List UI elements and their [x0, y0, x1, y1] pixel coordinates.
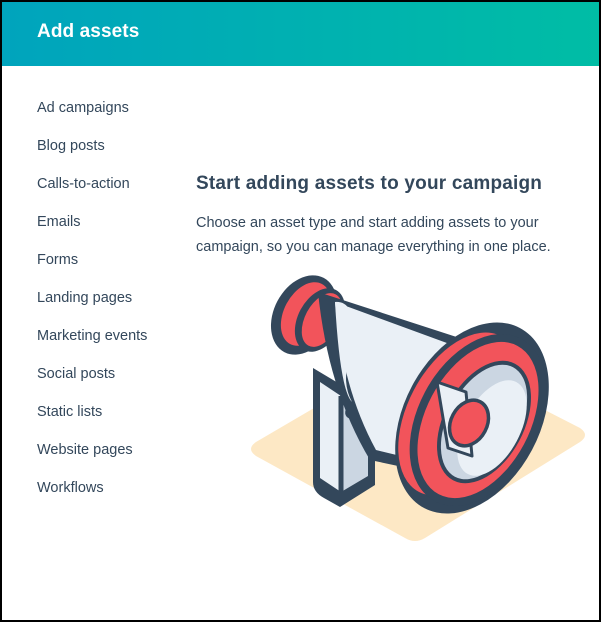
- asset-type-static-lists[interactable]: Static lists: [37, 404, 102, 420]
- asset-type-emails[interactable]: Emails: [37, 214, 81, 230]
- asset-type-landing-pages[interactable]: Landing pages: [37, 290, 132, 306]
- asset-type-calls-to-action[interactable]: Calls-to-action: [37, 176, 130, 192]
- add-assets-panel: Add assets Ad campaigns Blog posts Calls…: [2, 2, 599, 620]
- asset-type-forms[interactable]: Forms: [37, 252, 78, 268]
- asset-type-social-posts[interactable]: Social posts: [37, 366, 115, 382]
- panel-header: Add assets: [2, 2, 599, 66]
- empty-state-description: Choose an asset type and start adding as…: [196, 215, 551, 255]
- panel-title: Add assets: [37, 21, 140, 42]
- asset-type-workflows[interactable]: Workflows: [37, 480, 104, 496]
- asset-type-blog-posts[interactable]: Blog posts: [37, 138, 105, 154]
- megaphone-illustration: [251, 275, 585, 541]
- asset-type-website-pages[interactable]: Website pages: [37, 442, 133, 458]
- asset-type-ad-campaigns[interactable]: Ad campaigns: [37, 100, 129, 116]
- empty-state-title: Start adding assets to your campaign: [196, 173, 543, 194]
- asset-type-marketing-events[interactable]: Marketing events: [37, 328, 147, 344]
